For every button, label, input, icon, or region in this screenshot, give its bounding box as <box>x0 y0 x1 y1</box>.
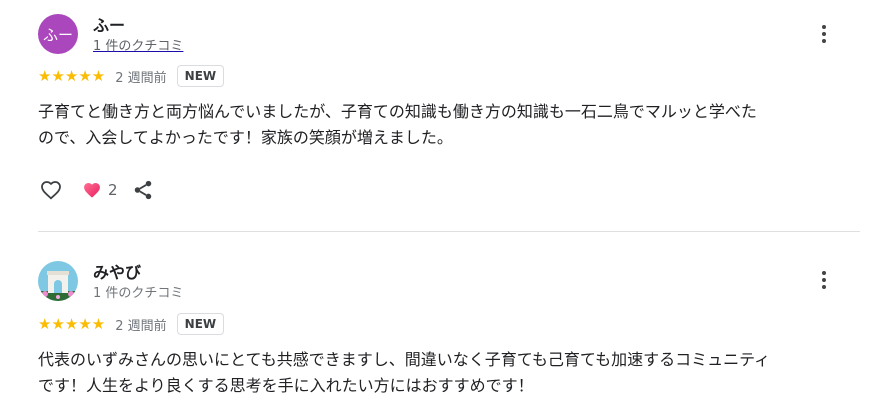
review-date: 2 週間前 <box>115 318 167 334</box>
dot-icon <box>822 39 826 43</box>
share-button[interactable] <box>132 179 154 201</box>
review-actions: 2 <box>38 177 154 203</box>
avatar[interactable] <box>38 261 78 301</box>
heart-outline-icon <box>41 181 61 200</box>
review-date: 2 週間前 <box>115 70 167 86</box>
like-button[interactable] <box>38 178 64 202</box>
more-options-button[interactable] <box>812 22 836 46</box>
star-rating: ★★★★★ <box>38 314 106 333</box>
reaction-count: 2 <box>108 181 118 199</box>
heart-filled-icon <box>84 182 100 198</box>
more-options-button[interactable] <box>812 268 836 292</box>
reviewer-name[interactable]: みやび <box>93 259 141 283</box>
review-count[interactable]: 1 件のクチコミ <box>93 35 183 54</box>
reviewer-name[interactable]: ふー <box>93 12 125 36</box>
star-rating: ★★★★★ <box>38 66 106 85</box>
share-icon <box>134 180 151 200</box>
dot-icon <box>822 278 826 282</box>
review-card: みやび 1 件のクチコミ ★★★★★ 2 週間前 NEW 代表のいずみさんの思い… <box>0 232 879 418</box>
new-badge: NEW <box>176 65 225 87</box>
dot-icon <box>822 25 826 29</box>
dot-icon <box>822 32 826 36</box>
review-text: 子育てと働き方と両方悩んでいましたが、子育ての知識も働き方の知識も一石二鳥でマル… <box>38 102 757 147</box>
rating-row: ★★★★★ 2 週間前 NEW <box>38 64 225 88</box>
new-badge: NEW <box>176 313 225 335</box>
dot-icon <box>822 271 826 275</box>
arc-de-triomphe-photo <box>38 261 78 301</box>
reaction-summary[interactable]: 2 <box>82 181 118 200</box>
rating-row: ★★★★★ 2 週間前 NEW <box>38 312 225 336</box>
review-count[interactable]: 1 件のクチコミ <box>93 282 183 301</box>
dot-icon <box>822 285 826 289</box>
review-text: 代表のいずみさんの思いにとても共感できますし、間違いなく子育ても己育ても加速する… <box>38 350 771 395</box>
avatar[interactable]: ふー <box>38 14 78 54</box>
review-card: ふー ふー 1 件のクチコミ ★★★★★ 2 週間前 NEW 子育てと働き方と両… <box>0 0 879 232</box>
